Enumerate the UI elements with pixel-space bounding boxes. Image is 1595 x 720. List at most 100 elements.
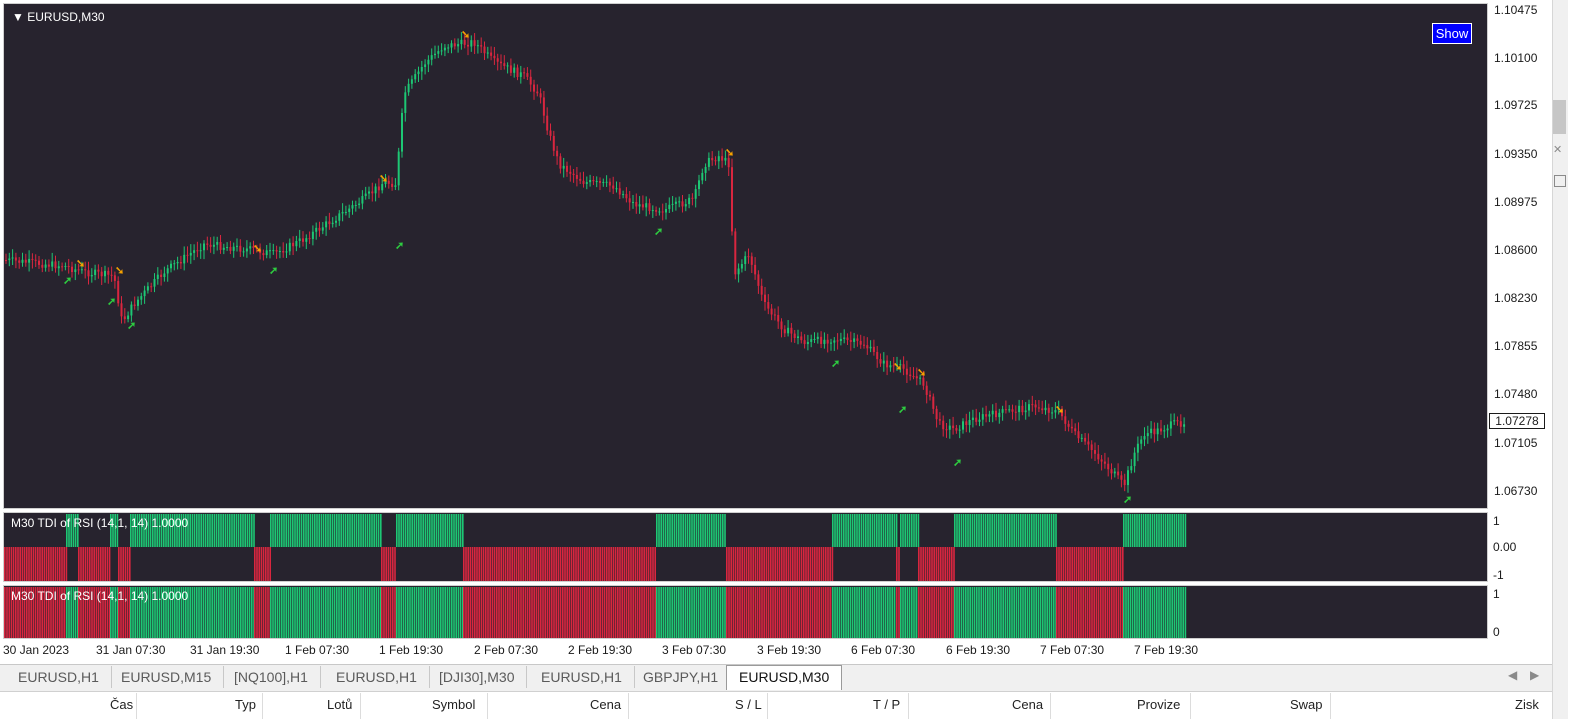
candle-body [661,211,664,213]
up-signal-arrow-icon: ➚ [63,275,72,287]
close-icon[interactable]: ✕ [1553,143,1562,156]
tab-eurusd-h1[interactable]: EURUSD,H1 [529,666,635,688]
indicator-1-bar [333,514,336,547]
indicator-2-bar [480,587,483,638]
indicator-2-bar [281,587,283,638]
column-header-swap[interactable]: Swap [1290,697,1323,712]
candle-body [1064,416,1067,424]
column-header-tp[interactable]: T / P [873,697,900,712]
indicator-1-bar [420,514,422,547]
indicator-2-bar [647,587,650,638]
maximize-icon[interactable] [1554,175,1566,187]
indicator-2-bar [1111,587,1113,638]
indicator-2-bar [993,587,996,638]
candle-body [1156,428,1159,435]
column-header-sl[interactable]: S / L [735,697,762,712]
indicator-1-bar [126,547,129,581]
indicator-2-bar [680,587,682,638]
indicator-1-bar [222,514,224,547]
indicator-1-bar [307,514,309,547]
indicator-panel-1[interactable]: M30 TDI of RSI (14,1, 14) 1.0000 [3,512,1488,582]
indicator-1-bar [798,547,801,581]
candle-body [632,201,634,203]
tab-eurusd-m15[interactable]: EURUSD,M15 [109,666,225,688]
column-header-profit[interactable]: Zisk [1515,697,1539,712]
indicator-2-bar [991,587,993,638]
candle-body [711,157,714,161]
column-header-price[interactable]: Cena [590,697,621,712]
indicator-1-bar [1028,514,1031,547]
indicator-1-bar [896,547,898,581]
candle-body [932,396,935,409]
indicator-2-bar [422,587,424,638]
scrollbar-thumb[interactable] [1553,100,1566,134]
indicator-1-bar [482,547,485,581]
tab-eurusd-h1[interactable]: EURUSD,H1 [6,666,112,688]
indicator-2-bar [967,587,969,638]
candle-body [678,201,681,203]
indicator-2-bar [1031,587,1033,638]
candle-body [826,339,829,344]
column-header-price-2[interactable]: Cena [1012,697,1043,712]
indicator-2-bar [407,587,409,638]
indicator-2-bar [246,587,249,638]
indicator-2-bar [610,587,612,638]
indicator-1-bar [209,514,211,547]
candle-body [457,44,460,47]
candle-body [87,270,90,277]
indicator-1-bar [752,547,754,581]
indicator-2-bar [1136,587,1138,638]
price-chart-canvas[interactable]: ➚ ➚ ➚ ➚ ➚ ➚ ➚ ➚ ➚ ➚ ➘ ➘ ➘ ➘ ➘ ➘ ➘ ➘ ➘ [4,4,1489,510]
tab-scroll-left-icon[interactable]: ◀ [1508,668,1517,682]
indicator-1-bar [548,547,551,581]
indicator-2-bar [189,587,191,638]
indicator-2-bar [998,587,1000,638]
tab-dji30-m30[interactable]: [DJI30],M30 [427,666,528,688]
indicator-2-bar [202,587,205,638]
column-header-commission[interactable]: Provize [1137,697,1180,712]
tab-eurusd-m30[interactable]: EURUSD,M30 [726,665,843,690]
indicator-2-bar [276,587,279,638]
column-header-time[interactable]: Čas [110,697,133,712]
tab-nq100-h1[interactable]: [NQ100],H1 [222,666,321,688]
indicator-1-bar [767,547,770,581]
candle-body [740,264,743,269]
candle-body [773,314,776,316]
indicator-2-bar [1028,587,1031,638]
tab-gbpjpy-h1[interactable]: GBPJPY,H1 [631,666,732,688]
indicator-2-bar [496,587,498,638]
indicator-2-bar [500,587,502,638]
indicator-1-bar [331,514,334,547]
column-header-type[interactable]: Typ [235,697,256,712]
price-chart[interactable]: ➚ ➚ ➚ ➚ ➚ ➚ ➚ ➚ ➚ ➚ ➘ ➘ ➘ ➘ ➘ ➘ ➘ ➘ ➘ ▼ EURUSD,M30 Show [3,3,1488,509]
tab-eurusd-h1[interactable]: EURUSD,H1 [324,666,430,688]
indicator-2-bar [426,587,429,638]
indicator-2-bar [515,587,518,638]
indicator-2-bar [1158,587,1160,638]
indicator-1-bar [300,514,303,547]
candle-body [51,261,54,267]
candle-body [123,316,126,320]
chart-symbol-label[interactable]: ▼ EURUSD,M30 [12,10,105,24]
column-header-lots[interactable]: Lotů [327,697,352,712]
candle-body [876,351,879,360]
candle-body [67,266,70,268]
indicator-2-bar [902,587,904,638]
candle-body [589,180,592,183]
column-divider [487,693,488,719]
tab-scroll-right-icon[interactable]: ▶ [1530,668,1539,682]
indicator-2-bar [1015,587,1018,638]
column-header-symbol[interactable]: Symbol [432,697,475,712]
indicator-panel-2[interactable]: M30 TDI of RSI (14,1, 14) 1.0000 [3,585,1488,639]
indicator-1-bar [922,547,924,581]
candle-body [305,238,308,242]
candle-body [156,274,159,280]
collapse-triangle-icon[interactable]: ▼ [12,10,24,24]
indicator-1-scale-bottom: -1 [1493,568,1504,582]
candle-body [754,264,757,275]
show-button[interactable]: Show [1432,23,1472,44]
indicator-1-bar [976,514,978,547]
time-label: 7 Feb 07:30 [1040,643,1105,657]
indicator-1-bar [673,514,676,547]
price-label: 1.10475 [1494,3,1538,17]
